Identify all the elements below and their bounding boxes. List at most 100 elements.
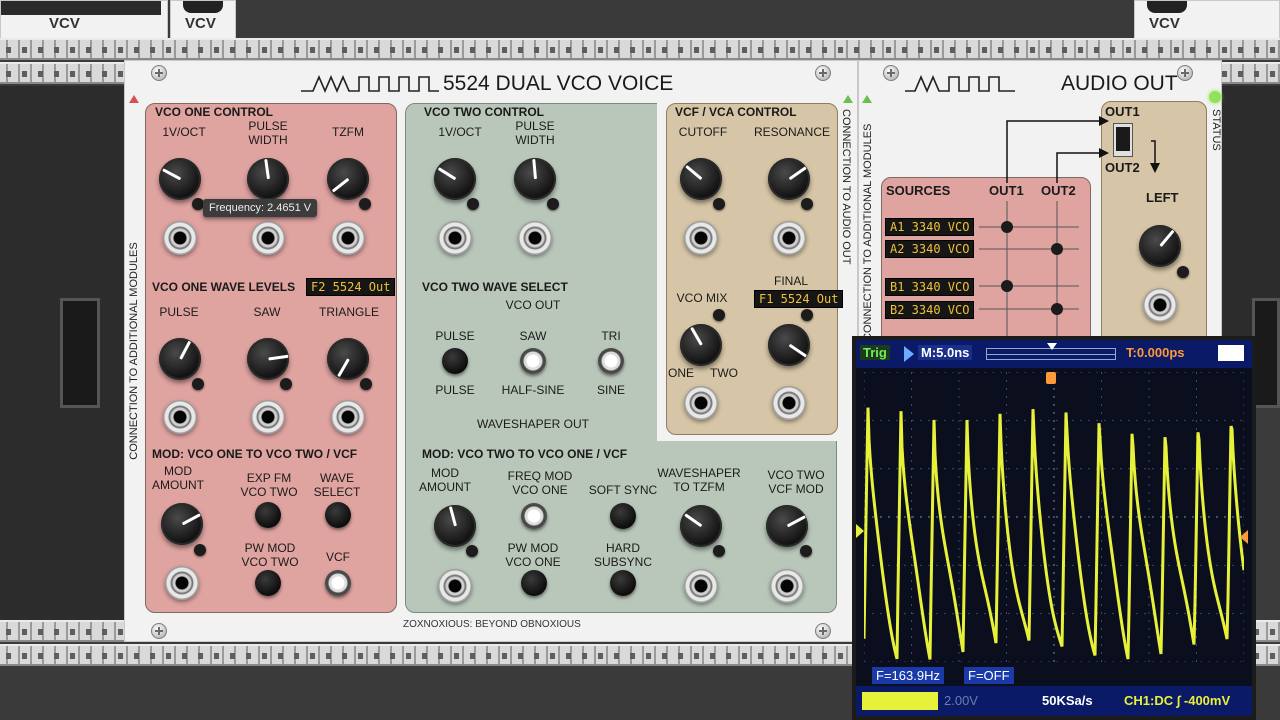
label-waveshaper-tzfm: WAVESHAPER TO TZFM: [657, 466, 741, 494]
label-1v-oct: 1V/OCT: [162, 125, 206, 139]
vco-two-vcf-mod-knob[interactable]: [766, 505, 808, 547]
trim-knob[interactable]: [467, 198, 479, 210]
label-two: TWO: [710, 366, 738, 380]
expander-arrow-icon: [843, 95, 853, 103]
label-soft-sync: SOFT SYNC: [588, 483, 658, 497]
scope-trig: Trig: [860, 345, 890, 360]
matrix-node-icon[interactable]: [1051, 303, 1063, 315]
trim-knob[interactable]: [713, 309, 725, 321]
vco-two-pulse-width-knob[interactable]: [514, 158, 556, 200]
vco-one-1voct-jack[interactable]: [163, 221, 197, 255]
right-side-filler: [1222, 86, 1280, 408]
trim-knob[interactable]: [360, 378, 372, 390]
pulse-select-button[interactable]: [442, 348, 468, 374]
expander-arrow-icon: [129, 95, 139, 103]
routing-arrows-icon: [1006, 116, 1160, 183]
trim-knob[interactable]: [800, 545, 812, 557]
wave-select-button[interactable]: [325, 502, 351, 528]
trim-knob[interactable]: [801, 309, 813, 321]
mod-one-amount-knob[interactable]: [161, 503, 203, 545]
vco-one-tzfm-jack[interactable]: [331, 221, 365, 255]
mod-two-amount-knob[interactable]: [434, 505, 476, 547]
module-title: 5524 DUAL VCO VOICE: [443, 72, 674, 95]
freq-mod-button[interactable]: [521, 503, 547, 529]
label-pw-mod: PW MOD VCO ONE: [505, 541, 561, 569]
source-b2: B2 3340 VCO: [885, 301, 975, 319]
pw-mod-vco-one-button[interactable]: [521, 570, 547, 596]
trim-knob[interactable]: [1177, 266, 1189, 278]
trim-knob[interactable]: [194, 544, 206, 556]
saw-select-button[interactable]: [520, 348, 546, 374]
scope-waveform-trace: [864, 407, 1244, 660]
vcv-logo: VCV: [185, 15, 216, 32]
vco-one-1voct-knob[interactable]: [159, 158, 201, 200]
label-vco-mix: VCO MIX: [676, 291, 728, 305]
vco-one-pulse-width-jack[interactable]: [251, 221, 285, 255]
source-a2: A2 3340 VCO: [885, 240, 975, 258]
label-sine: SINE: [596, 383, 626, 397]
vco-two-pulse-width-jack[interactable]: [518, 221, 552, 255]
jack-top-icon[interactable]: [1147, 1, 1187, 13]
label-freq-mod: FREQ MOD VCO ONE: [507, 469, 573, 497]
triangle-level-knob[interactable]: [327, 338, 369, 380]
waveshaper-tzfm-knob[interactable]: [680, 505, 722, 547]
trim-knob[interactable]: [192, 378, 204, 390]
label-wave-select: WAVE SELECT: [313, 471, 361, 499]
soft-sync-button[interactable]: [610, 503, 636, 529]
vco-one-tzfm-knob[interactable]: [327, 158, 369, 200]
exp-fm-button[interactable]: [255, 502, 281, 528]
trim-knob[interactable]: [801, 198, 813, 210]
waveshaper-tzfm-jack[interactable]: [684, 569, 718, 603]
out1-header: OUT1: [989, 183, 1024, 198]
label-pulse-bottom: PULSE: [435, 383, 475, 397]
matrix-node-icon[interactable]: [1001, 221, 1013, 233]
pulse-level-knob[interactable]: [159, 338, 201, 380]
waveform-path: [864, 407, 1244, 660]
trim-knob[interactable]: [547, 198, 559, 210]
saw-level-jack[interactable]: [251, 400, 285, 434]
mod-two-header: MOD: VCO TWO TO VCO ONE / VCF: [422, 447, 628, 461]
resonance-knob[interactable]: [768, 158, 810, 200]
mod-two-amount-jack[interactable]: [438, 569, 472, 603]
matrix-node-icon[interactable]: [1001, 280, 1013, 292]
triangle-level-jack[interactable]: [331, 400, 365, 434]
vco-mix-knob[interactable]: [680, 324, 722, 366]
label-exp-fm: EXP FM VCO TWO: [240, 471, 298, 499]
saw-level-knob[interactable]: [247, 338, 289, 380]
tri-select-button[interactable]: [598, 348, 624, 374]
ch1-indicator-icon: [862, 692, 938, 710]
left-label: LEFT: [1146, 190, 1179, 205]
trim-knob[interactable]: [466, 545, 478, 557]
trim-knob[interactable]: [359, 198, 371, 210]
vco-one-pulse-width-knob[interactable]: [247, 158, 289, 200]
audio-side-text: CONNECTION TO ADDITIONAL MODULES: [862, 123, 874, 341]
expander-arrow-icon: [862, 95, 872, 103]
pw-mod-button[interactable]: [255, 570, 281, 596]
rack-rail-top-a: [0, 38, 1280, 60]
final-gain-jack[interactable]: [772, 386, 806, 420]
hard-subsync-button[interactable]: [610, 570, 636, 596]
pulse-level-jack[interactable]: [163, 400, 197, 434]
trigger-marker-icon: [1046, 372, 1056, 384]
label-cutoff: CUTOFF: [678, 125, 728, 139]
left-level-knob[interactable]: [1139, 225, 1181, 267]
final-gain-knob[interactable]: [768, 324, 810, 366]
screw-icon: [883, 65, 899, 81]
vco-two-1voct-jack[interactable]: [438, 221, 472, 255]
jack-top-icon[interactable]: [183, 1, 223, 13]
vco-two-vcf-mod-jack[interactable]: [770, 569, 804, 603]
vco-mix-jack[interactable]: [684, 386, 718, 420]
matrix-node-icon[interactable]: [1051, 243, 1063, 255]
trim-knob[interactable]: [713, 198, 725, 210]
vcf-button[interactable]: [325, 570, 351, 596]
resonance-jack[interactable]: [772, 221, 806, 255]
cutoff-knob[interactable]: [680, 158, 722, 200]
trim-knob[interactable]: [713, 545, 725, 557]
label-saw: SAW: [519, 329, 547, 343]
trim-knob[interactable]: [280, 378, 292, 390]
scope-bottom-bar: 2.00V 50KSa/s CH1:DC ∫ -400mV: [856, 686, 1252, 716]
cutoff-jack[interactable]: [684, 221, 718, 255]
vco-two-1voct-knob[interactable]: [434, 158, 476, 200]
left-output-jack[interactable]: [1143, 288, 1177, 322]
mod-one-amount-jack[interactable]: [165, 566, 199, 600]
